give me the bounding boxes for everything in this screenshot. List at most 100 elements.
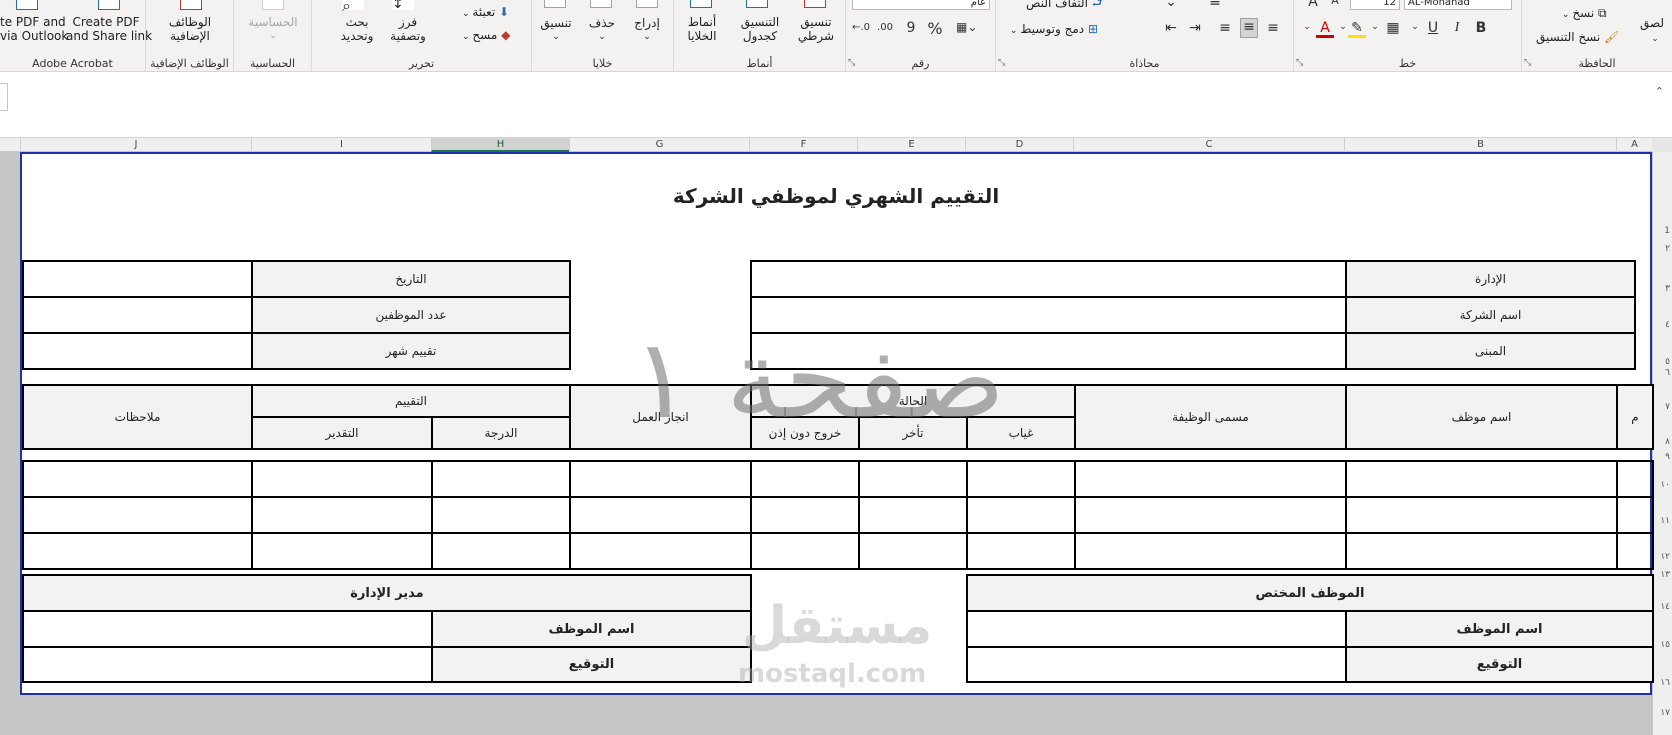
create-pdf-outlook-button[interactable]: te PDF and via Outlook	[0, 15, 68, 43]
table-cell[interactable]	[431, 496, 571, 534]
column-header[interactable]: F	[749, 138, 857, 152]
fill-button[interactable]: ⌄ تعبئة ⬇	[462, 5, 509, 19]
font-name-select[interactable]: AL-Mohanad	[1404, 0, 1512, 10]
align-right-icon[interactable]: ≡	[1216, 20, 1234, 36]
dept-value-cell[interactable]	[750, 260, 1347, 298]
month-eval-label-cell[interactable]: تقييم شهر	[251, 332, 571, 370]
addins-button[interactable]: الوظائف الإضافية	[146, 15, 234, 43]
sig-right-header[interactable]: الموظف المختص	[966, 574, 1654, 612]
merge-center-button[interactable]: ⌄ دمج وتوسيط ⊞	[1010, 22, 1098, 36]
sig-left-name-value[interactable]	[22, 610, 433, 648]
column-header[interactable]: A	[1616, 138, 1652, 152]
row-header[interactable]: ٨	[1653, 437, 1672, 447]
table-cell[interactable]	[1345, 532, 1618, 570]
copy-button[interactable]: ⌄ نسخ ⧉	[1562, 6, 1607, 21]
table-cell[interactable]	[251, 496, 433, 534]
header-job-title[interactable]: مسمى الوظيفة	[1074, 384, 1347, 450]
table-cell[interactable]	[1074, 532, 1347, 570]
italic-button[interactable]: I	[1448, 20, 1466, 36]
employees-count-value-cell[interactable]	[22, 296, 253, 334]
font-size-select[interactable]: 12	[1350, 0, 1400, 10]
dialog-launcher-icon[interactable]: ⤡	[1296, 58, 1303, 68]
find-select-button[interactable]: بحث وتحديد	[326, 15, 388, 43]
sig-right-name-value[interactable]	[966, 610, 1347, 648]
sig-left-header[interactable]: مدير الإدارة	[22, 574, 752, 612]
font-dropdown-icon[interactable]: ⌄	[1298, 22, 1316, 32]
row-header[interactable]: ٧	[1653, 402, 1672, 412]
table-cell[interactable]	[1616, 496, 1654, 534]
table-cell[interactable]	[750, 532, 860, 570]
format-as-table-button[interactable]: التنسيق كجدول	[728, 15, 792, 43]
decrease-font-icon[interactable]: A	[1326, 0, 1344, 7]
row-header[interactable]: ٤	[1653, 320, 1672, 330]
table-cell[interactable]	[569, 496, 752, 534]
sig-right-name-label[interactable]: اسم الموظف	[1345, 610, 1654, 648]
table-cell[interactable]	[750, 460, 860, 498]
chevron-down-icon[interactable]: ⌄	[1406, 22, 1424, 32]
column-header[interactable]: G	[569, 138, 749, 152]
header-evaluation[interactable]: التقييم	[251, 384, 571, 418]
cell-styles-button[interactable]: أنماط الخلايا	[674, 15, 730, 43]
table-cell[interactable]	[750, 496, 860, 534]
increase-font-icon[interactable]: A	[1304, 0, 1322, 10]
create-pdf-share-button[interactable]: Create PDF and Share link	[66, 15, 152, 43]
conditional-format-button[interactable]: تنسيق شرطي	[786, 15, 846, 43]
building-label-cell[interactable]: المبنى	[1345, 332, 1636, 370]
paste-button[interactable]: لصق	[1640, 16, 1672, 30]
dept-label-cell[interactable]: الإدارة	[1345, 260, 1636, 298]
header-achievement[interactable]: انجاز العمل	[569, 384, 752, 450]
collapse-formula-icon[interactable]: ⌃	[1655, 85, 1664, 98]
select-all-corner[interactable]	[1652, 138, 1672, 152]
header-emp-name[interactable]: اسم موظف	[1345, 384, 1618, 450]
row-header[interactable]: ١١	[1653, 516, 1672, 526]
row-header[interactable]: ٩	[1653, 452, 1672, 462]
column-header[interactable]: C	[1073, 138, 1344, 152]
column-header[interactable]: J	[20, 138, 251, 152]
borders-icon[interactable]: ▦	[1384, 20, 1402, 36]
chevron-down-icon[interactable]: ⌄	[1646, 34, 1664, 44]
row-header[interactable]: ٥	[1653, 357, 1672, 367]
row-header[interactable]: ٣	[1653, 284, 1672, 294]
sig-left-name-label[interactable]: اسم الموظف	[431, 610, 752, 648]
table-cell[interactable]	[858, 496, 968, 534]
date-label-cell[interactable]: التاريخ	[251, 260, 571, 298]
sig-right-sign-label[interactable]: التوقيع	[1345, 646, 1654, 683]
number-format-select[interactable]: عام	[852, 0, 990, 10]
company-label-cell[interactable]: اسم الشركة	[1345, 296, 1636, 334]
header-rating[interactable]: التقدير	[251, 416, 433, 450]
column-header[interactable]: I	[251, 138, 431, 152]
column-header[interactable]: B	[1344, 138, 1616, 152]
employees-count-label-cell[interactable]: عدد الموظفين	[251, 296, 571, 334]
table-cell[interactable]	[22, 532, 253, 570]
column-header[interactable]: H	[431, 138, 569, 152]
underline-button[interactable]: U	[1424, 20, 1442, 36]
table-cell[interactable]	[858, 460, 968, 498]
table-cell[interactable]	[569, 532, 752, 570]
delete-cells-button[interactable]: حذف ⌄	[580, 16, 624, 44]
name-box[interactable]	[0, 83, 8, 111]
header-absence[interactable]: غياب	[966, 416, 1076, 450]
dialog-launcher-icon[interactable]: ⤡	[848, 58, 855, 68]
align-left-icon[interactable]: ≡	[1264, 20, 1282, 36]
row-header[interactable]: ٦	[1653, 368, 1672, 378]
sheet-title[interactable]: التقييم الشهري لموظفي الشركة	[22, 184, 1650, 208]
table-cell[interactable]	[251, 460, 433, 498]
row-header[interactable]: ١٤	[1653, 602, 1672, 612]
row-header[interactable]: ١٥	[1653, 640, 1672, 650]
header-late[interactable]: تأخر	[858, 416, 968, 450]
insert-cells-button[interactable]: إدراج ⌄	[624, 16, 670, 44]
bold-button[interactable]: B	[1472, 20, 1490, 36]
building-value-cell[interactable]	[750, 332, 1347, 370]
table-cell[interactable]	[1616, 460, 1654, 498]
header-grade[interactable]: الدرجة	[431, 416, 571, 450]
wrap-text-button[interactable]: التفاف النص ⮐	[1026, 0, 1103, 15]
comma-style-button[interactable]: 9	[902, 20, 920, 36]
header-exit-no-permission[interactable]: خروج دون إذن	[750, 416, 860, 450]
row-header[interactable]: ١٧	[1653, 708, 1672, 718]
clear-button[interactable]: ⌄ مسح ◆	[462, 28, 510, 42]
row-header[interactable]: ١٠	[1653, 480, 1672, 490]
row-header[interactable]: ٢	[1653, 244, 1672, 254]
align-center-icon[interactable]: ≡	[1240, 18, 1258, 38]
font-color-button[interactable]: A	[1316, 20, 1334, 38]
table-cell[interactable]	[1345, 460, 1618, 498]
